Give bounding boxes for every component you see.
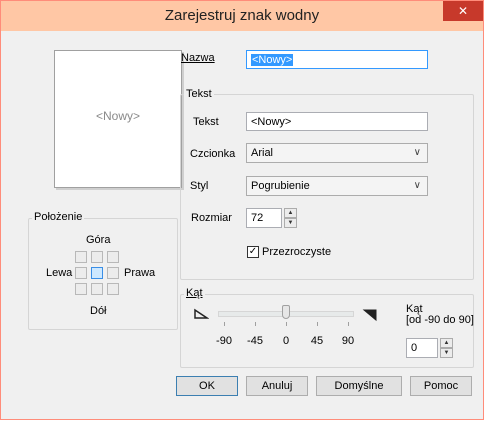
font-select-value: Arial	[251, 147, 274, 159]
chevron-down-icon: ∨	[413, 180, 421, 191]
position-bottom-center[interactable]	[91, 283, 103, 295]
ok-button[interactable]: OK	[176, 376, 238, 396]
defaults-button[interactable]: Domyślne	[316, 376, 402, 396]
position-top-left[interactable]	[75, 251, 87, 263]
position-top-right[interactable]	[107, 251, 119, 263]
position-right-label: Prawa	[124, 267, 156, 279]
style-label: Styl	[190, 180, 209, 192]
position-group-title: Położenie	[32, 211, 85, 223]
angle-tick	[348, 322, 349, 326]
close-icon: ✕	[457, 4, 469, 18]
angle-tick-label: 45	[310, 335, 324, 347]
position-middle-left[interactable]	[75, 267, 87, 279]
font-select[interactable]: Arial ∨	[246, 143, 428, 163]
window-title: Zarejestruj znak wodny	[164, 7, 320, 24]
angle-tick-label: -45	[247, 335, 263, 347]
watermark-preview: <Nowy>	[54, 50, 182, 188]
position-bottom-right[interactable]	[107, 283, 119, 295]
angle-tick-label: 0	[282, 335, 290, 347]
text-group-title: Tekst	[184, 88, 214, 100]
name-label: Nazwa	[181, 52, 215, 64]
spin-up-icon[interactable]: ▲	[440, 338, 453, 348]
angle-tick	[286, 322, 287, 326]
text-input[interactable]: <Nowy>	[246, 112, 428, 131]
spin-down-icon[interactable]: ▼	[440, 348, 453, 358]
name-input-value: <Nowy>	[251, 54, 294, 66]
angle-tick-label: 90	[341, 335, 355, 347]
close-button[interactable]: ✕	[443, 1, 483, 21]
size-label: Rozmiar	[191, 212, 232, 224]
position-left-label: Lewa	[46, 267, 73, 279]
angle-field-label: Kąt [od -90 do 90]	[406, 304, 474, 326]
name-input[interactable]: <Nowy>	[246, 50, 428, 69]
angle-tick	[317, 322, 318, 326]
angle-tick	[224, 322, 225, 326]
chevron-down-icon: ∨	[413, 147, 421, 158]
position-bottom-label: Dół	[90, 305, 107, 317]
angle-spinner[interactable]: ▲ ▼	[440, 338, 453, 358]
angle-group-title: Kąt	[184, 287, 205, 299]
style-select[interactable]: Pogrubienie ∨	[246, 176, 428, 196]
angle-tick-label: -90	[216, 335, 232, 347]
angle-tick	[255, 322, 256, 326]
size-input[interactable]: 72	[246, 208, 282, 228]
cancel-button[interactable]: Anuluj	[246, 376, 308, 396]
spin-down-icon[interactable]: ▼	[284, 218, 297, 228]
transparent-checkbox[interactable]: ✓	[247, 246, 259, 258]
spin-up-icon[interactable]: ▲	[284, 208, 297, 218]
transparent-label: Przezroczyste	[262, 246, 332, 258]
angle-left-icon	[194, 308, 209, 319]
angle-field-label-line2: [od -90 do 90]	[406, 314, 474, 326]
angle-input[interactable]: 0	[406, 338, 438, 358]
text-label: Tekst	[193, 116, 219, 128]
position-center[interactable]	[91, 267, 103, 279]
font-label: Czcionka	[190, 148, 236, 160]
size-spinner[interactable]: ▲ ▼	[284, 208, 297, 228]
position-top-label: Góra	[86, 234, 111, 246]
position-top-center[interactable]	[91, 251, 103, 263]
angle-right-icon	[362, 309, 377, 322]
help-button[interactable]: Pomoc	[410, 376, 472, 396]
position-middle-right[interactable]	[107, 267, 119, 279]
style-select-value: Pogrubienie	[251, 180, 310, 192]
angle-slider-thumb[interactable]	[282, 305, 290, 319]
preview-text: <Nowy>	[95, 109, 141, 123]
position-bottom-left[interactable]	[75, 283, 87, 295]
